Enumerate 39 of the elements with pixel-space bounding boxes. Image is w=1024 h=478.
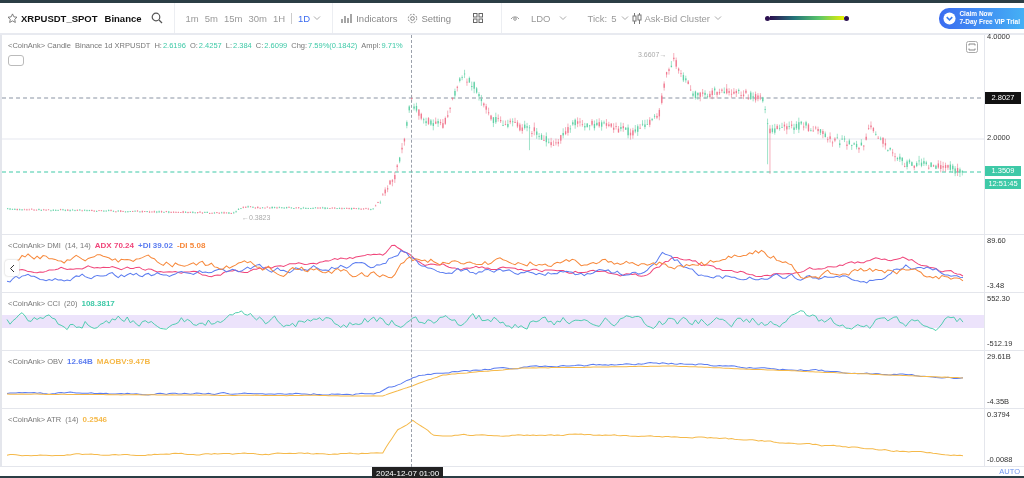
gear-icon xyxy=(407,12,419,24)
indicators-button[interactable]: Indicators xyxy=(341,12,398,24)
chevron-down-icon[interactable] xyxy=(558,15,567,22)
interval-tab[interactable]: 15m xyxy=(220,12,246,24)
crosshair-date-label: 2024-12-07 01:00 xyxy=(372,467,444,478)
chevron-badge-icon xyxy=(943,11,957,25)
color-scale-bar[interactable] xyxy=(765,15,849,21)
cluster-selector[interactable]: Ask-Bid Cluster xyxy=(644,12,710,24)
eye-icon[interactable] xyxy=(509,14,520,23)
chevron-down-icon[interactable] xyxy=(714,15,722,22)
indicator-value: -DI 5.08 xyxy=(176,241,206,251)
star-icon[interactable] xyxy=(7,12,18,24)
scroll-left-button[interactable] xyxy=(5,260,19,277)
interval-tab[interactable]: 5m xyxy=(201,12,221,24)
interval-tab[interactable]: 1D xyxy=(291,12,314,24)
tick-selector[interactable]: 5 xyxy=(611,12,617,24)
indicator-value: 0.2546 xyxy=(82,415,108,425)
interval-tab[interactable]: 1m xyxy=(182,12,202,24)
interval-tab[interactable]: 1H xyxy=(269,12,289,24)
indicator-value: 12.64B xyxy=(67,357,93,367)
exchange-name[interactable]: Binance xyxy=(104,12,142,24)
indicator-value: ADX 70.24 xyxy=(94,241,134,251)
chevron-down-icon[interactable] xyxy=(313,15,322,22)
tick-label: Tick: xyxy=(587,12,608,24)
indicator-value: MAOBV:9.47B xyxy=(96,357,151,367)
grid-icon[interactable] xyxy=(472,13,483,24)
legend-toggle-button[interactable] xyxy=(8,55,24,67)
bar-chart-icon xyxy=(341,12,354,24)
indicator-value: +DI 39.02 xyxy=(137,241,173,251)
search-icon[interactable] xyxy=(150,12,163,25)
indicator-value: 108.3817 xyxy=(81,299,115,309)
frame-icon[interactable] xyxy=(966,41,978,54)
pair-selector[interactable]: LDO xyxy=(530,12,551,24)
symbol-name[interactable]: XRPUSDT_SPOT xyxy=(21,12,98,24)
chevron-left-icon xyxy=(9,263,15,273)
candles-icon xyxy=(631,12,642,24)
interval-tab[interactable]: 30m xyxy=(245,12,270,24)
setting-button[interactable]: Setting xyxy=(407,12,451,24)
chevron-down-icon[interactable] xyxy=(620,15,629,22)
